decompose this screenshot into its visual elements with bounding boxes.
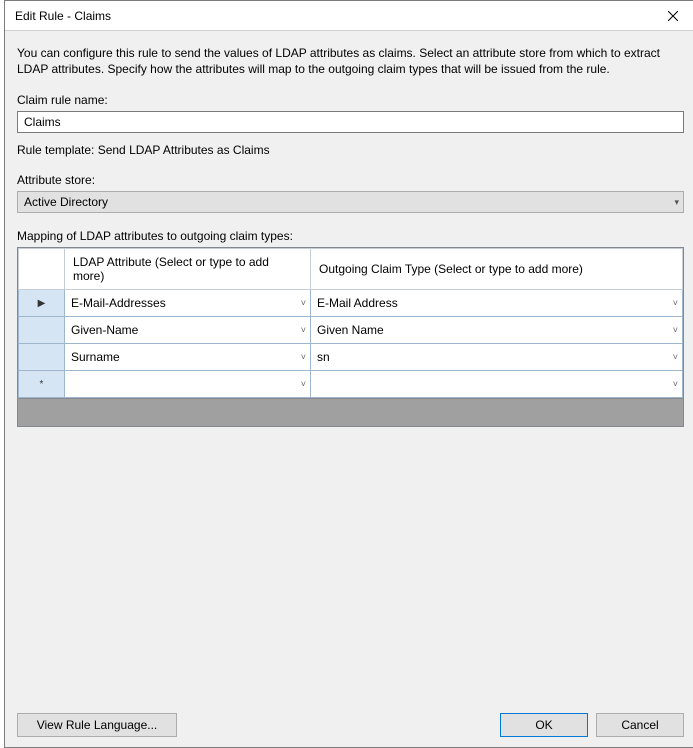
- row-indicator[interactable]: [19, 317, 65, 344]
- table-row: * ˅ ˅: [19, 371, 683, 398]
- claim-type-value: sn: [317, 350, 330, 364]
- ldap-attribute-value: Surname: [71, 350, 120, 364]
- chevron-down-icon: ˅: [301, 352, 306, 362]
- attribute-store-value: Active Directory: [24, 195, 108, 209]
- chevron-down-icon: ˅: [673, 379, 678, 389]
- grid-corner: [19, 249, 65, 290]
- ldap-attribute-cell[interactable]: E-Mail-Addresses ˅: [65, 290, 310, 316]
- close-icon: [668, 11, 678, 21]
- ok-button[interactable]: OK: [500, 713, 588, 737]
- chevron-down-icon: ˅: [673, 325, 678, 335]
- ldap-attribute-value: Given-Name: [71, 323, 138, 337]
- attribute-store-dropdown[interactable]: Active Directory ▾: [17, 191, 684, 213]
- claim-type-value: E-Mail Address: [317, 296, 398, 310]
- mapping-label: Mapping of LDAP attributes to outgoing c…: [17, 229, 684, 243]
- chevron-down-icon: ˅: [301, 325, 306, 335]
- claim-rule-name-input[interactable]: [17, 111, 684, 133]
- button-row: View Rule Language... OK Cancel: [17, 705, 684, 737]
- column-header-ldap[interactable]: LDAP Attribute (Select or type to add mo…: [65, 249, 311, 290]
- ldap-attribute-cell[interactable]: Given-Name ˅: [65, 317, 310, 343]
- row-indicator[interactable]: [19, 344, 65, 371]
- table-row: Given-Name ˅ Given Name ˅: [19, 317, 683, 344]
- claim-type-cell[interactable]: Given Name ˅: [311, 317, 682, 343]
- table-row: ▶ E-Mail-Addresses ˅ E-Mail Address ˅: [19, 290, 683, 317]
- chevron-down-icon: ˅: [301, 379, 306, 389]
- claim-type-cell[interactable]: sn ˅: [311, 344, 682, 370]
- column-header-claim[interactable]: Outgoing Claim Type (Select or type to a…: [311, 249, 683, 290]
- ldap-attribute-cell[interactable]: ˅: [65, 371, 310, 397]
- chevron-down-icon: ˅: [673, 352, 678, 362]
- view-rule-language-button[interactable]: View Rule Language...: [17, 713, 177, 737]
- claim-type-cell[interactable]: E-Mail Address ˅: [311, 290, 682, 316]
- claim-type-cell[interactable]: ˅: [311, 371, 682, 397]
- table-row: Surname ˅ sn ˅: [19, 344, 683, 371]
- row-indicator[interactable]: ▶: [19, 290, 65, 317]
- description-text: You can configure this rule to send the …: [17, 45, 684, 77]
- row-indicator-new[interactable]: *: [19, 371, 65, 398]
- chevron-down-icon: ˅: [301, 298, 306, 308]
- dialog-body: You can configure this rule to send the …: [5, 31, 693, 747]
- claim-rule-name-label: Claim rule name:: [17, 93, 684, 107]
- cancel-button[interactable]: Cancel: [596, 713, 684, 737]
- mapping-grid: LDAP Attribute (Select or type to add mo…: [17, 247, 684, 427]
- claim-type-value: Given Name: [317, 323, 384, 337]
- ldap-attribute-value: E-Mail-Addresses: [71, 296, 166, 310]
- ldap-attribute-cell[interactable]: Surname ˅: [65, 344, 310, 370]
- rule-template-text: Rule template: Send LDAP Attributes as C…: [17, 143, 684, 157]
- close-button[interactable]: [650, 1, 693, 31]
- grid-empty-area: [18, 398, 683, 426]
- edit-rule-dialog: Edit Rule - Claims You can configure thi…: [4, 0, 693, 748]
- window-title: Edit Rule - Claims: [15, 9, 111, 23]
- chevron-down-icon: ▾: [674, 197, 679, 208]
- attribute-store-label: Attribute store:: [17, 173, 684, 187]
- titlebar: Edit Rule - Claims: [5, 1, 693, 31]
- chevron-down-icon: ˅: [673, 298, 678, 308]
